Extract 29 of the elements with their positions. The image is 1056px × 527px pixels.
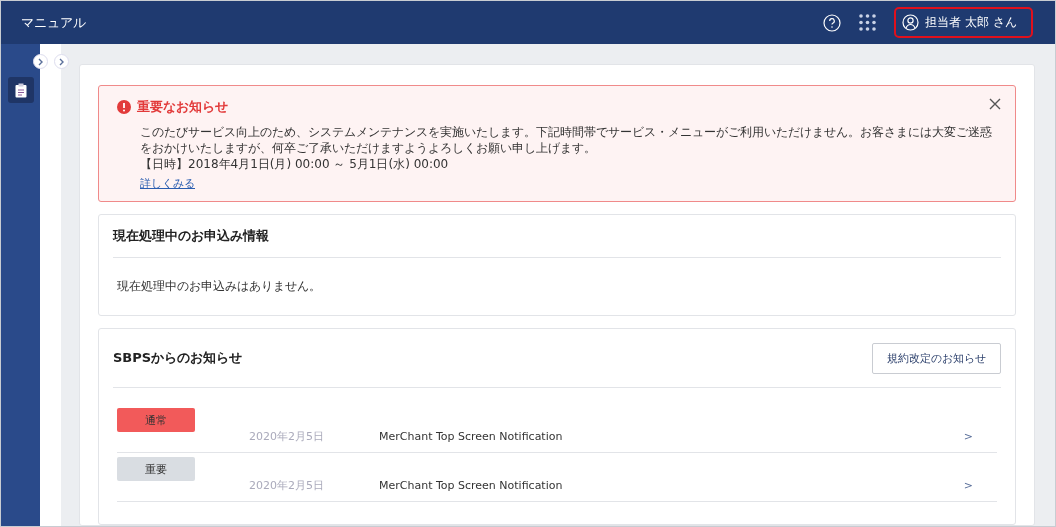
category-tag: 通常 xyxy=(117,408,195,432)
notice-title: MerChant Top Screen Notification xyxy=(379,429,564,443)
clipboard-icon xyxy=(14,82,27,98)
terms-notice-button[interactable]: 規約改定のお知らせ xyxy=(872,342,1001,374)
alert-message: このたびサービス向上のため、システムメンテナンスを実施いたします。下記時間帯でサービス・メニューがご利用いただけません。お客さまには大変ご迷惑をおかけいたしますが、何卒ご了承いただけますようよろしくお願い申し上げます。 xyxy=(140,124,993,156)
app-title: マニュアル xyxy=(21,13,87,32)
notice-row[interactable]: 通常 2020年2月5日 MerChant Top Screen Notification > xyxy=(117,404,997,453)
apps-grid-icon[interactable] xyxy=(859,14,877,31)
notice-title: MerChant Top Screen Notification xyxy=(379,478,564,492)
category-tag: 重要 xyxy=(117,457,195,481)
notice-date: 2020年2月5日 xyxy=(249,477,325,493)
notice-row[interactable]: 重要 2020年2月5日 MerChant Top Screen Notification > xyxy=(117,453,997,502)
chevron-right-icon xyxy=(37,57,44,66)
row-arrow: > xyxy=(963,429,973,443)
row-arrow: > xyxy=(963,478,973,492)
close-icon[interactable] xyxy=(989,98,1001,110)
help-icon[interactable] xyxy=(823,13,842,32)
user-menu-button[interactable]: 担当者 太郎 さん xyxy=(894,7,1033,38)
chevron-right-icon xyxy=(58,57,65,66)
notice-date: 2020年2月5日 xyxy=(249,428,325,444)
panel-title: 現在処理中のお申込み情報 xyxy=(113,227,269,245)
alert-title: 重要なお知らせ xyxy=(137,98,228,116)
details-link[interactable]: 詳しくみる xyxy=(140,177,195,190)
user-icon xyxy=(902,14,920,31)
maintenance-schedule: 【日時】2018年4月1日(月) 00:00 ～ 5月1日(水) 00:00 xyxy=(140,156,450,172)
empty-message: 現在処理中のお申込みはありません。 xyxy=(116,278,322,295)
exclamation-icon xyxy=(117,100,131,114)
panel-title: SBPSからのお知らせ xyxy=(113,349,243,367)
sidebar-item[interactable] xyxy=(7,77,34,103)
